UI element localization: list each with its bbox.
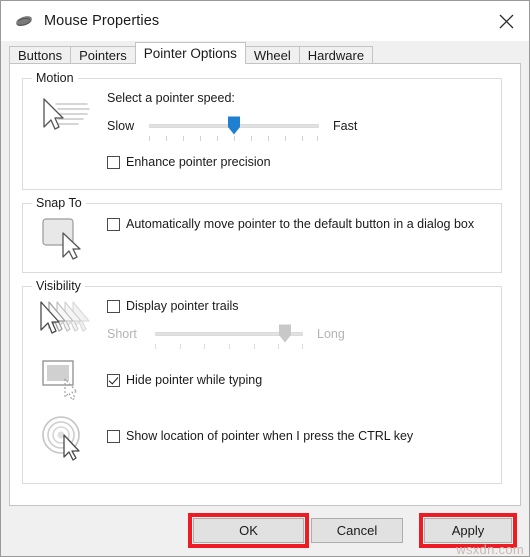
- show-pointer-location-icon: [37, 413, 93, 461]
- hide-pointer-while-typing-row[interactable]: Hide pointer while typing: [107, 373, 262, 388]
- snap-to-group: Snap To Automatically move pointer to th…: [22, 196, 502, 273]
- motion-group: Motion Select a pointer speed: Slow Fast…: [22, 71, 502, 190]
- enhance-pointer-precision-checkbox[interactable]: [107, 156, 120, 169]
- close-icon[interactable]: [483, 1, 529, 41]
- hide-pointer-while-typing-label: Hide pointer while typing: [126, 373, 263, 387]
- enhance-pointer-precision-label: Enhance pointer precision: [126, 155, 271, 169]
- pointer-trails-track[interactable]: [155, 323, 303, 349]
- display-pointer-trails-checkbox[interactable]: [107, 300, 120, 313]
- pointer-speed-high-label: Fast: [333, 119, 358, 133]
- snap-to-default-button-icon: [37, 214, 93, 262]
- pointer-speed-low-label: Slow: [107, 119, 135, 133]
- pointer-trails-thumb[interactable]: [279, 324, 292, 343]
- show-pointer-location-row[interactable]: Show location of pointer when I press th…: [107, 429, 413, 444]
- pointer-trails-high-label: Long: [317, 327, 345, 341]
- pointer-trails-slider[interactable]: Short Long: [107, 323, 397, 349]
- pointer-speed-track[interactable]: [149, 115, 319, 141]
- pointer-speed-slider[interactable]: Slow Fast: [107, 115, 387, 141]
- tab-pointer-options[interactable]: Pointer Options: [134, 42, 246, 64]
- cancel-button[interactable]: Cancel: [311, 518, 403, 543]
- snap-to-group-title: Snap To: [32, 196, 86, 210]
- visibility-group: Visibility Display pointer trails Short …: [22, 279, 502, 484]
- hide-pointer-while-typing-checkbox[interactable]: [107, 374, 120, 387]
- pointer-speed-ticks: [149, 136, 319, 142]
- tab-wheel[interactable]: Wheel: [244, 46, 300, 63]
- watermark: wsxdn.com: [456, 542, 524, 557]
- tab-hardware[interactable]: Hardware: [298, 46, 374, 63]
- visibility-group-title: Visibility: [32, 279, 85, 293]
- pointer-trails-ticks: [155, 344, 303, 350]
- pointer-speed-icon: [37, 93, 93, 139]
- motion-group-title: Motion: [32, 71, 78, 85]
- pointer-speed-prompt: Select a pointer speed:: [107, 91, 235, 105]
- tab-buttons[interactable]: Buttons: [9, 46, 72, 63]
- show-pointer-location-checkbox[interactable]: [107, 430, 120, 443]
- tab-pointers[interactable]: Pointers: [70, 46, 136, 63]
- title-bar: Mouse Properties: [1, 1, 529, 41]
- apply-button[interactable]: Apply: [424, 518, 512, 543]
- enhance-pointer-precision-row[interactable]: Enhance pointer precision: [107, 155, 271, 170]
- ok-button[interactable]: OK: [193, 518, 304, 543]
- pointer-options-panel: Motion Select a pointer speed: Slow Fast…: [9, 63, 521, 506]
- pointer-trails-low-label: Short: [107, 327, 137, 341]
- pointer-speed-thumb[interactable]: [228, 116, 241, 135]
- display-pointer-trails-row[interactable]: Display pointer trails: [107, 299, 239, 314]
- mouse-icon: [14, 11, 34, 31]
- pointer-trails-icon: [37, 297, 93, 343]
- auto-move-pointer-label: Automatically move pointer to the defaul…: [126, 217, 475, 231]
- auto-move-pointer-checkbox[interactable]: [107, 218, 120, 231]
- hide-pointer-while-typing-icon: [37, 357, 93, 403]
- show-pointer-location-label: Show location of pointer when I press th…: [126, 429, 414, 443]
- mouse-properties-window: Mouse Properties Buttons Pointers Pointe…: [0, 0, 530, 557]
- display-pointer-trails-label: Display pointer trails: [126, 299, 239, 313]
- tab-strip: Buttons Pointers Pointer Options Wheel H…: [1, 41, 529, 64]
- window-title: Mouse Properties: [44, 13, 160, 29]
- auto-move-pointer-row[interactable]: Automatically move pointer to the defaul…: [107, 217, 479, 232]
